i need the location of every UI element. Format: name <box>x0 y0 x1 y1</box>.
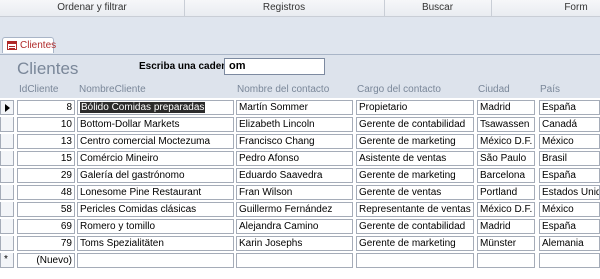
cell-pais[interactable]: España <box>539 100 600 115</box>
column-header-ciudad[interactable]: Ciudad <box>478 84 510 95</box>
column-header-nombrecliente[interactable]: NombreCliente <box>79 84 146 95</box>
cell-nombrecliente[interactable]: Lonesome Pine Restaurant <box>77 185 234 200</box>
cell-idcliente[interactable]: 48 <box>17 185 75 200</box>
cell-contacto[interactable]: Pedro Afonso <box>236 151 353 166</box>
document-tab-strip: Clientes <box>0 37 600 55</box>
new-record-selector[interactable]: * <box>0 253 14 268</box>
record-selector[interactable] <box>0 236 14 251</box>
cell-nombrecliente[interactable]: Comércio Mineiro <box>77 151 234 166</box>
cell-pais[interactable]: México <box>539 202 600 217</box>
column-header-contacto[interactable]: Nombre del contacto <box>237 84 329 95</box>
cell-idcliente[interactable]: 13 <box>17 134 75 149</box>
column-header-idcliente[interactable]: IdCliente <box>19 84 58 95</box>
record-selector[interactable] <box>0 219 14 234</box>
cell-cargo[interactable]: Gerente de marketing <box>356 236 474 251</box>
form-header: Clientes Escriba una cadena om IdCliente… <box>0 55 600 98</box>
cell-pais[interactable]: Brasil <box>539 151 600 166</box>
form-icon <box>7 41 17 50</box>
cell-nombrecliente[interactable]: Pericles Comidas clásicas <box>77 202 234 217</box>
cell-ciudad[interactable]: Madrid <box>477 219 535 234</box>
cell-idcliente[interactable]: 29 <box>17 168 75 183</box>
filter-label: Escriba una cadena <box>139 61 233 72</box>
cell-contacto[interactable]: Guillermo Fernández <box>236 202 353 217</box>
cell-ciudad[interactable]: Barcelona <box>477 168 535 183</box>
cell-ciudad[interactable]: Portland <box>477 185 535 200</box>
column-header-pais[interactable]: País <box>540 84 560 95</box>
record-selector[interactable] <box>0 151 14 166</box>
record-selector[interactable] <box>0 100 14 115</box>
ribbon-spacer <box>0 17 600 37</box>
cell-idcliente[interactable]: (Nuevo) <box>17 253 75 268</box>
cell-contacto[interactable]: Francisco Chang <box>236 134 353 149</box>
cell-pais[interactable]: España <box>539 219 600 234</box>
cell-nombrecliente[interactable]: Bólido Comidas preparadas <box>77 100 234 115</box>
cell-pais[interactable]: México <box>539 134 600 149</box>
form-title: Clientes <box>17 59 79 78</box>
cell-ciudad[interactable]: São Paulo <box>477 151 535 166</box>
selected-cell-text: Bólido Comidas preparadas <box>80 102 206 113</box>
cell-cargo[interactable]: Gerente de marketing <box>356 168 474 183</box>
new-record-asterisk-icon: * <box>4 254 8 265</box>
ribbon-group-labels: Ordenar y filtrar Registros Buscar Form <box>0 0 600 17</box>
cell-cargo[interactable]: Representante de ventas <box>356 202 474 217</box>
cell-pais[interactable]: España <box>539 168 600 183</box>
cell-idcliente[interactable]: 79 <box>17 236 75 251</box>
cell-ciudad[interactable]: Tsawassen <box>477 117 535 132</box>
tab-label: Clientes <box>20 40 57 51</box>
cell-contacto[interactable]: Elizabeth Lincoln <box>236 117 353 132</box>
cell-nombrecliente[interactable]: Centro comercial Moctezuma <box>77 134 234 149</box>
cell-ciudad[interactable]: Münster <box>477 236 535 251</box>
cell-cargo[interactable]: Gerente de ventas <box>356 185 474 200</box>
cell-idcliente[interactable]: 58 <box>17 202 75 217</box>
record-selector[interactable] <box>0 168 14 183</box>
cell-pais[interactable]: Estados Unidos <box>539 185 600 200</box>
cell-nombrecliente[interactable]: Romero y tomillo <box>77 219 234 234</box>
cell-contacto[interactable] <box>236 253 353 268</box>
cell-ciudad[interactable]: México D.F. <box>477 134 535 149</box>
cell-ciudad[interactable] <box>477 253 535 268</box>
record-selector[interactable] <box>0 134 14 149</box>
cell-nombrecliente[interactable]: Toms Spezialitäten <box>77 236 234 251</box>
cell-contacto[interactable]: Alejandra Camino <box>236 219 353 234</box>
cell-ciudad[interactable]: Madrid <box>477 100 535 115</box>
record-selector[interactable] <box>0 202 14 217</box>
current-record-arrow-icon <box>5 104 10 112</box>
cell-idcliente[interactable]: 15 <box>17 151 75 166</box>
cell-pais[interactable]: Alemania <box>539 236 600 251</box>
ribbon-group-records: Registros <box>184 0 385 16</box>
tab-clientes[interactable]: Clientes <box>2 37 57 53</box>
cell-contacto[interactable]: Karin Josephs <box>236 236 353 251</box>
cell-nombrecliente[interactable] <box>77 253 234 268</box>
cell-contacto[interactable]: Martín Sommer <box>236 100 353 115</box>
cell-nombrecliente[interactable]: Bottom-Dollar Markets <box>77 117 234 132</box>
record-selector[interactable] <box>0 117 14 132</box>
cell-ciudad[interactable]: México D.F. <box>477 202 535 217</box>
cell-contacto[interactable]: Eduardo Saavedra <box>236 168 353 183</box>
cell-cargo[interactable]: Gerente de contabilidad <box>356 219 474 234</box>
cell-cargo[interactable] <box>356 253 474 268</box>
cell-nombrecliente[interactable]: Galería del gastrónomo <box>77 168 234 183</box>
cell-contacto[interactable]: Fran Wilson <box>236 185 353 200</box>
cell-cargo[interactable]: Gerente de marketing <box>356 134 474 149</box>
cell-cargo[interactable]: Asistente de ventas <box>356 151 474 166</box>
cell-pais[interactable]: Canadá <box>539 117 600 132</box>
record-selector[interactable] <box>0 185 14 200</box>
cell-cargo[interactable]: Propietario <box>356 100 474 115</box>
ribbon-group-sort-filter: Ordenar y filtrar <box>0 0 185 16</box>
filter-input[interactable]: om <box>224 58 325 75</box>
cell-pais[interactable] <box>539 253 600 268</box>
cell-idcliente[interactable]: 8 <box>17 100 75 115</box>
ribbon-group-find: Buscar <box>384 0 492 16</box>
cell-idcliente[interactable]: 69 <box>17 219 75 234</box>
cell-cargo[interactable]: Gerente de contabilidad <box>356 117 474 132</box>
ribbon-group-form: Form <box>564 2 588 13</box>
cell-idcliente[interactable]: 10 <box>17 117 75 132</box>
column-header-cargo[interactable]: Cargo del contacto <box>357 84 441 95</box>
